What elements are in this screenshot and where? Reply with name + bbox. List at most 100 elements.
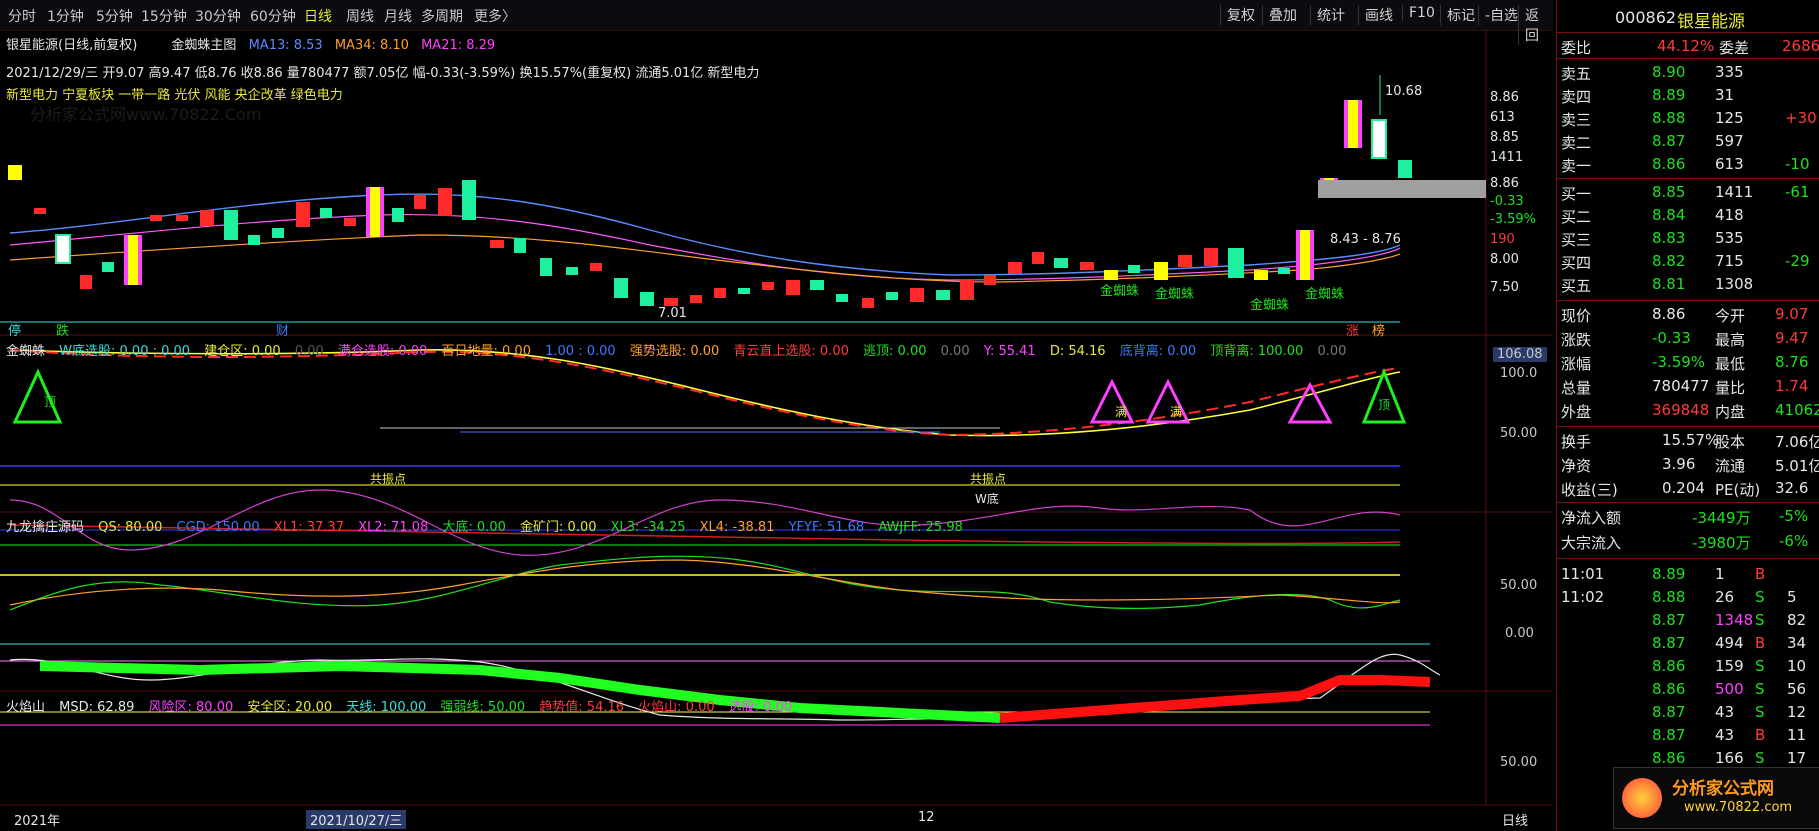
indicator-value: D: 54.16 <box>1049 344 1106 359</box>
ask-row: 卖二 8.87 597 <box>1557 129 1819 153</box>
period-tab-fenshi[interactable]: 分时 <box>8 6 36 26</box>
tick-price: 8.86 <box>1652 749 1686 767</box>
indicator-value: 底背离: 0.00 <box>1119 344 1197 359</box>
period-tab-30min[interactable]: 30分钟 <box>195 6 241 26</box>
indicator-value: 逃顶: 0.00 <box>863 344 927 359</box>
full-label: 满 <box>1170 405 1183 419</box>
restore-rights-button[interactable]: 复权 <box>1220 5 1261 25</box>
tick-count: 82 <box>1787 611 1807 629</box>
indicator1-axis-100: 100.0 <box>1500 366 1538 381</box>
indicator-value: 强弱线: 50.00 <box>440 700 526 715</box>
indicator-value: 安全区: 20.00 <box>247 700 333 715</box>
overlay-button[interactable]: 叠加 <box>1262 5 1303 25</box>
ask-row: 卖一 8.86 613 -10 <box>1557 152 1819 176</box>
stat-label: 内盘 <box>1715 403 1746 421</box>
weibi-label: 委比 <box>1561 39 1592 57</box>
stock-header: 000862 银星能源 <box>1557 2 1819 32</box>
full-label: 满 <box>1115 405 1128 419</box>
site-logo: 分析家公式网 www.70822.com <box>1613 767 1819 829</box>
indicator1-axis-50: 50.00 <box>1500 426 1538 441</box>
watermark: 分析家公式网www.70822.Com <box>30 105 261 124</box>
ask-label: 卖二 <box>1561 134 1592 152</box>
axis-tick: 1411 <box>1490 150 1524 165</box>
indicator-value: MSD: 62.89 <box>59 700 135 715</box>
indicator3-name[interactable]: 火焰山 <box>6 700 45 715</box>
marker-halt: 停 <box>8 324 22 339</box>
stat-value: 8.76 <box>1775 353 1809 371</box>
f10-button[interactable]: F10 <box>1402 5 1441 21</box>
period-tab-1min[interactable]: 1分钟 <box>47 6 84 26</box>
indicator-value: Y: 55.41 <box>983 344 1036 359</box>
ma21-value: MA21: 8.29 <box>421 38 496 53</box>
stat-row: 现价 8.86 今开 9.07 <box>1557 302 1819 326</box>
period-tab-60min[interactable]: 60分钟 <box>250 6 296 26</box>
stat-value: -3.59% <box>1652 353 1706 371</box>
tick-side: B <box>1755 565 1766 583</box>
period-tab-monthly[interactable]: 月线 <box>384 6 412 26</box>
mark-button[interactable]: 标记 <box>1440 5 1481 25</box>
stat-value: -0.33 <box>1652 329 1691 347</box>
stat-label: 收益(三) <box>1561 481 1618 499</box>
period-tab-weekly[interactable]: 周线 <box>346 6 374 26</box>
period-tab-multi[interactable]: 多周期 <box>421 6 463 26</box>
ask-price: 8.87 <box>1652 132 1686 150</box>
logo-icon <box>1622 778 1662 818</box>
indicator1-name[interactable]: 金蜘蛛 <box>6 344 45 359</box>
bid-volume: 1411 <box>1715 183 1754 201</box>
statistics-button[interactable]: 统计 <box>1310 5 1351 25</box>
indicator-value: QS: 80.00 <box>98 520 163 535</box>
bid-label: 买三 <box>1561 231 1592 249</box>
period-tab-daily[interactable]: 日线 <box>304 6 332 26</box>
w-bottom-label: W底 <box>975 492 999 506</box>
flow-row: 净流入额 -3449万 -5% <box>1557 504 1819 528</box>
stock-name: 银星能源 <box>1677 12 1745 32</box>
flow-percent: -5% <box>1779 507 1809 525</box>
tick-row: 8.86 159 S 10 <box>1557 654 1819 678</box>
logo-url: www.70822.com <box>1684 800 1793 815</box>
main-indicator-name[interactable]: 金蜘蛛主图 <box>171 38 236 53</box>
period-tab-more[interactable]: 更多〉 <box>474 6 516 26</box>
marker-finance: 财 <box>276 324 290 339</box>
tick-row: 8.87 43 S 12 <box>1557 700 1819 724</box>
tick-volume: 43 <box>1715 726 1735 744</box>
indicator-value: XL1: 37.37 <box>273 520 344 535</box>
stat-label: PE(动) <box>1715 481 1761 499</box>
tick-volume: 1 <box>1715 565 1725 583</box>
tick-price: 8.87 <box>1652 611 1686 629</box>
bid-change: -61 <box>1785 183 1810 201</box>
signal-label: 金蜘蛛 <box>1305 287 1345 302</box>
ask-change: +30 <box>1785 109 1817 127</box>
ask-row: 卖五 8.90 335 <box>1557 60 1819 84</box>
period-tab-15min[interactable]: 15分钟 <box>141 6 187 26</box>
flow-label: 大宗流入 <box>1561 534 1622 552</box>
stat-label: 流通 <box>1715 457 1746 475</box>
indicator-value: 0.00 <box>294 344 324 359</box>
date-tick: 12 <box>918 810 935 825</box>
indicator-value: 强势选股: 0.00 <box>629 344 720 359</box>
stat-label: 总量 <box>1561 379 1592 397</box>
tick-price: 8.86 <box>1652 657 1686 675</box>
stat-value: 9.47 <box>1775 329 1809 347</box>
date-axis: 2021年 2021/10/27/三 12 日线 <box>0 806 1553 830</box>
draw-line-button[interactable]: 画线 <box>1358 5 1399 25</box>
bid-volume: 1308 <box>1715 275 1754 293</box>
indicator2-name[interactable]: 九龙擒庄源码 <box>6 520 84 535</box>
bid-price: 8.82 <box>1652 252 1686 270</box>
tick-side: S <box>1755 680 1765 698</box>
period-tab-5min[interactable]: 5分钟 <box>96 6 133 26</box>
signal-label: 金蜘蛛 <box>1155 287 1195 302</box>
stat-label: 涨幅 <box>1561 355 1592 373</box>
top-label: 顶 <box>1378 398 1391 412</box>
bid-price: 8.85 <box>1652 183 1686 201</box>
bar-info-line: 2021/12/29/三 开9.07 高9.47 低8.76 收8.86 量78… <box>6 66 760 81</box>
ask-row: 卖三 8.88 125 +30 <box>1557 106 1819 130</box>
tick-side: S <box>1755 749 1765 767</box>
tick-time: 11:01 <box>1561 565 1605 583</box>
tick-price: 8.86 <box>1652 680 1686 698</box>
tick-count: 34 <box>1787 634 1807 652</box>
ask-price: 8.86 <box>1652 155 1686 173</box>
tick-side: B <box>1755 726 1766 744</box>
tick-volume: 159 <box>1715 657 1744 675</box>
indicator-value: 顶背离: 100.00 <box>1210 344 1304 359</box>
marker-list: 榜 <box>1372 324 1386 339</box>
